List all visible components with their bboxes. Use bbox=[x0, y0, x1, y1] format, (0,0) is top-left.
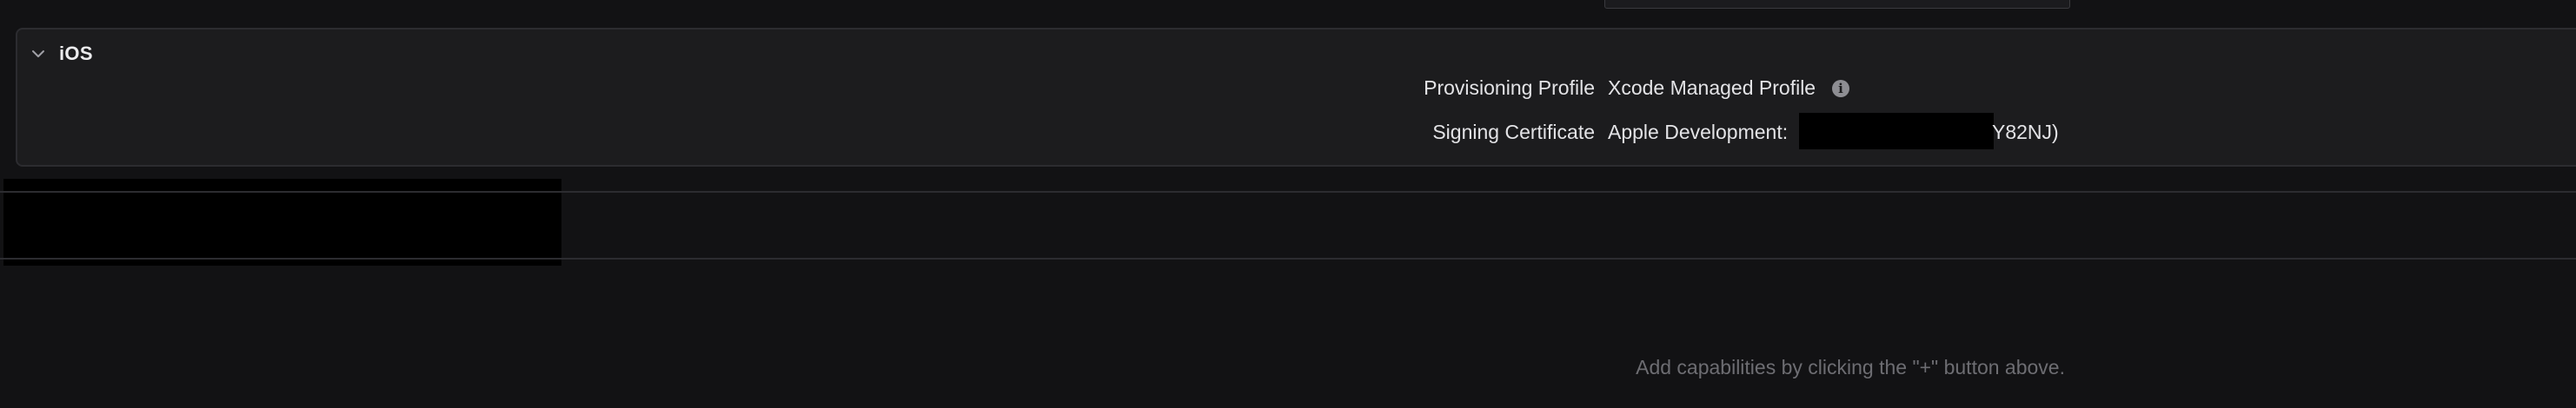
signing-certificate-label: Signing Certificate bbox=[1432, 121, 1595, 143]
provisioning-profile-label: Provisioning Profile bbox=[1424, 76, 1595, 99]
ios-signing-section: iOS Provisioning Profile Xcode Managed P… bbox=[16, 28, 2576, 167]
signing-capabilities-pane: iOS Provisioning Profile Xcode Managed P… bbox=[0, 0, 2576, 408]
redacted-certificate-id bbox=[1799, 113, 1994, 149]
info-icon[interactable]: i bbox=[1832, 80, 1849, 97]
signing-certificate-value-suffix: Y82NJ) bbox=[1992, 121, 2059, 143]
add-capabilities-hint: Add capabilities by clicking the "+" but… bbox=[1636, 356, 2065, 378]
provisioning-profile-value: Xcode Managed Profile bbox=[1608, 76, 1816, 99]
chevron-down-icon[interactable] bbox=[30, 45, 47, 63]
section-header[interactable]: iOS bbox=[30, 36, 93, 71]
team-popup-field[interactable] bbox=[1604, 0, 2070, 9]
signing-certificate-value-prefix: Apple Development: bbox=[1608, 121, 1789, 143]
divider-top bbox=[0, 191, 2576, 193]
divider-bottom bbox=[0, 258, 2576, 260]
section-title: iOS bbox=[59, 43, 93, 64]
